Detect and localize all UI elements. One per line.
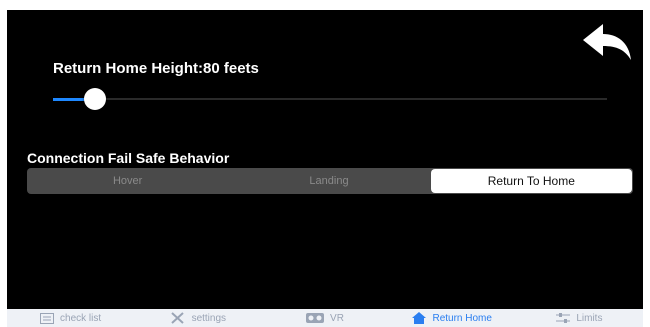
segment-landing[interactable]: Landing xyxy=(228,168,429,194)
tab-label: VR xyxy=(330,312,344,324)
fail-safe-segmented-control: Hover Landing Return To Home xyxy=(27,168,633,194)
tab-label: Limits xyxy=(576,312,603,324)
return-home-screen: Return Home Height:80 feets Connection F… xyxy=(7,10,643,327)
sliders-icon xyxy=(556,312,571,324)
bottom-tab-bar: check list settings VR Return Home Limit… xyxy=(7,309,643,327)
tools-icon xyxy=(170,312,186,324)
tab-label: Return Home xyxy=(432,312,492,324)
home-icon xyxy=(412,312,427,324)
tab-vr[interactable]: VR xyxy=(261,313,388,324)
tab-label: settings xyxy=(191,312,227,324)
segment-hover[interactable]: Hover xyxy=(27,168,228,194)
slider-track xyxy=(53,98,607,100)
return-home-height-slider[interactable] xyxy=(53,88,607,110)
tab-check-list[interactable]: check list xyxy=(7,312,134,324)
tab-limits[interactable]: Limits xyxy=(516,312,643,324)
segment-return-to-home[interactable]: Return To Home xyxy=(430,169,632,193)
tab-settings[interactable]: settings xyxy=(134,312,261,324)
vr-headset-icon xyxy=(306,313,325,323)
return-home-height-label: Return Home Height:80 feets xyxy=(53,60,259,77)
tab-label: check list xyxy=(60,312,102,324)
back-arrow-icon[interactable] xyxy=(581,22,633,66)
slider-thumb[interactable] xyxy=(83,88,106,110)
checklist-icon xyxy=(40,312,55,324)
fail-safe-title: Connection Fail Safe Behavior xyxy=(27,150,230,166)
tab-return-home[interactable]: Return Home xyxy=(389,312,516,324)
